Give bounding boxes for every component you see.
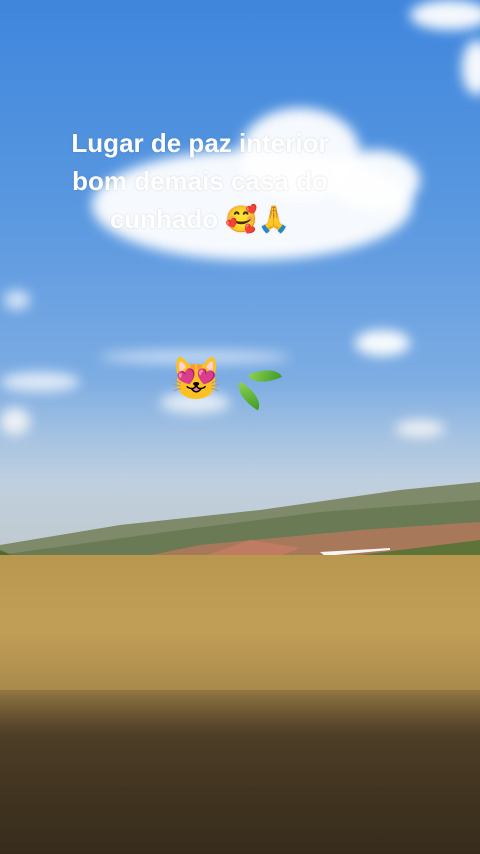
- cloud-edge: [462, 40, 480, 95]
- story-caption: Lugar de paz interior bom demais casa do…: [20, 124, 380, 238]
- caption-line-1: Lugar de paz interior: [71, 128, 329, 158]
- tree-shadow: [0, 690, 480, 854]
- caption-line-2: bom demais casa do: [72, 166, 328, 196]
- caption-line-3: cunhado 🥰🙏: [109, 204, 291, 234]
- cloud-topright: [410, 0, 480, 30]
- cloud-small-1: [355, 330, 410, 356]
- heart-eyes-cat-icon: 😻: [170, 355, 223, 402]
- cloud-small-6: [4, 290, 30, 310]
- story-frame: Lugar de paz interior bom demais casa do…: [0, 0, 480, 854]
